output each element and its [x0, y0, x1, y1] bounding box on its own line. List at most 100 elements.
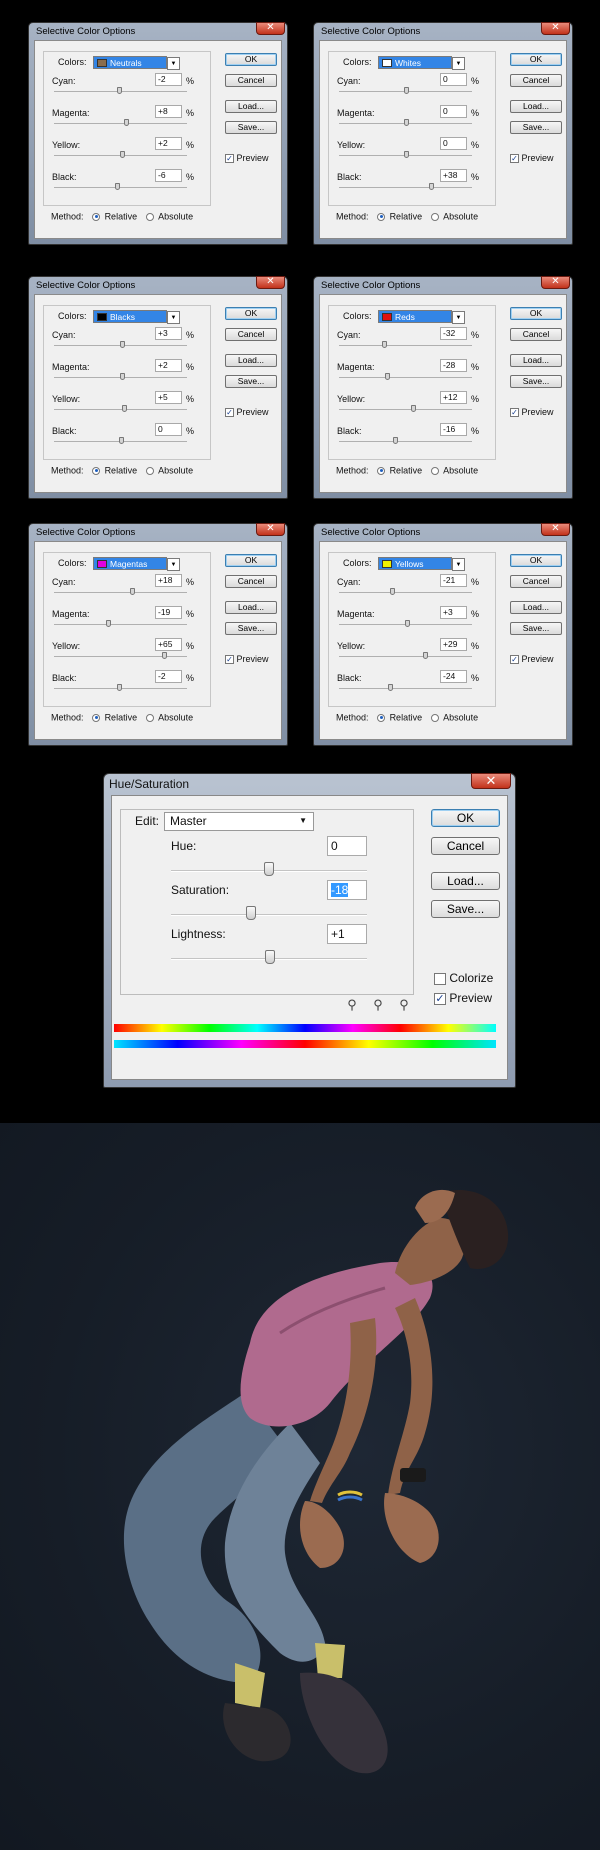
magenta-input[interactable]: -28: [440, 359, 467, 372]
hue-input[interactable]: 0: [327, 836, 367, 856]
ok-button[interactable]: OK: [510, 554, 562, 567]
yellow-slider-thumb[interactable]: [121, 405, 127, 412]
magenta-slider-track[interactable]: [54, 119, 187, 126]
black-slider-thumb[interactable]: [114, 183, 120, 190]
yellow-slider-thumb[interactable]: [411, 405, 417, 412]
colors-select[interactable]: Reds ▼: [378, 310, 465, 324]
cancel-button[interactable]: Cancel: [225, 575, 277, 588]
yellow-slider-thumb[interactable]: [422, 652, 428, 659]
magenta-slider-thumb[interactable]: [405, 620, 411, 627]
save-button[interactable]: Save...: [510, 622, 562, 635]
colors-select[interactable]: Blacks ▼: [93, 310, 180, 324]
yellow-input[interactable]: +65: [155, 638, 182, 651]
eyedropper-icon[interactable]: ⚲: [344, 997, 360, 1013]
preview-box[interactable]: ✓: [225, 655, 234, 665]
preview-checkbox[interactable]: ✓ Preview: [225, 407, 269, 418]
yellow-slider-track[interactable]: [54, 151, 187, 158]
magenta-slider-thumb[interactable]: [119, 373, 125, 380]
cancel-button[interactable]: Cancel: [510, 74, 562, 87]
relative-radio[interactable]: [92, 212, 101, 221]
black-slider-thumb[interactable]: [117, 684, 123, 691]
ok-button[interactable]: OK: [225, 53, 277, 66]
preview-checkbox[interactable]: ✓ Preview: [510, 654, 554, 665]
cyan-input[interactable]: +18: [155, 574, 182, 587]
black-slider-thumb[interactable]: [392, 437, 398, 444]
black-slider-track[interactable]: [339, 437, 472, 444]
hue-slider-thumb[interactable]: [264, 862, 274, 876]
cyan-slider-track[interactable]: [339, 341, 472, 348]
preview-checkbox[interactable]: ✓ Preview: [225, 654, 269, 665]
magenta-slider-track[interactable]: [54, 620, 187, 627]
close-icon[interactable]: ✕: [541, 276, 570, 289]
magenta-slider-track[interactable]: [339, 119, 472, 126]
saturation-input[interactable]: -18: [327, 880, 367, 900]
black-slider-track[interactable]: [54, 684, 187, 691]
black-slider-thumb[interactable]: [118, 437, 124, 444]
magenta-input[interactable]: +8: [155, 105, 182, 118]
cyan-slider-track[interactable]: [339, 87, 472, 94]
chevron-down-icon[interactable]: ▼: [167, 558, 180, 571]
black-slider-track[interactable]: [339, 183, 472, 190]
cyan-slider-thumb[interactable]: [382, 341, 388, 348]
black-input[interactable]: -16: [440, 423, 467, 436]
black-slider-track[interactable]: [339, 684, 472, 691]
save-button[interactable]: Save...: [510, 121, 562, 134]
absolute-radio[interactable]: [145, 466, 154, 475]
colors-select[interactable]: Magentas ▼: [93, 557, 180, 571]
lightness-slider-thumb[interactable]: [264, 950, 275, 964]
load-button[interactable]: Load...: [225, 100, 277, 113]
cyan-slider-thumb[interactable]: [389, 588, 395, 595]
edit-select[interactable]: Master ▼: [164, 812, 314, 831]
magenta-slider-track[interactable]: [339, 620, 472, 627]
colors-select[interactable]: Yellows ▼: [378, 557, 465, 571]
chevron-down-icon[interactable]: ▼: [167, 311, 180, 324]
cyan-slider-thumb[interactable]: [403, 87, 409, 94]
ok-button[interactable]: OK: [510, 53, 562, 66]
black-slider-thumb[interactable]: [428, 183, 434, 190]
magenta-input[interactable]: +2: [155, 359, 182, 372]
magenta-input[interactable]: 0: [440, 105, 467, 118]
black-input[interactable]: +38: [440, 169, 467, 182]
absolute-radio[interactable]: [430, 212, 439, 221]
cyan-input[interactable]: -32: [440, 327, 467, 340]
cancel-button[interactable]: Cancel: [225, 74, 277, 87]
load-button[interactable]: Load...: [510, 601, 562, 614]
relative-radio[interactable]: [92, 713, 101, 722]
yellow-slider-track[interactable]: [339, 405, 472, 412]
close-icon[interactable]: ✕: [256, 523, 285, 536]
close-icon[interactable]: ✕: [256, 22, 285, 35]
magenta-slider-track[interactable]: [54, 373, 187, 380]
yellow-slider-track[interactable]: [339, 151, 472, 158]
cancel-button[interactable]: Cancel: [510, 328, 562, 341]
save-button[interactable]: Save...: [225, 622, 277, 635]
load-button[interactable]: Load...: [225, 354, 277, 367]
relative-radio[interactable]: [92, 466, 101, 475]
close-icon[interactable]: ✕: [256, 276, 285, 289]
preview-box[interactable]: ✓: [510, 154, 519, 164]
preview-box[interactable]: ✓: [225, 154, 234, 164]
cyan-input[interactable]: -21: [440, 574, 467, 587]
eyedropper-plus-icon[interactable]: ⚲: [370, 997, 386, 1013]
black-input[interactable]: -24: [440, 670, 467, 683]
cyan-input[interactable]: 0: [440, 73, 467, 86]
close-icon[interactable]: ✕: [541, 22, 570, 35]
black-slider-track[interactable]: [54, 183, 187, 190]
magenta-slider-track[interactable]: [339, 373, 472, 380]
black-input[interactable]: 0: [155, 423, 182, 436]
preview-box[interactable]: ✓: [225, 408, 234, 418]
yellow-input[interactable]: +12: [440, 391, 467, 404]
relative-radio[interactable]: [377, 212, 386, 221]
yellow-input[interactable]: 0: [440, 137, 467, 150]
load-button[interactable]: Load...: [510, 100, 562, 113]
lightness-input[interactable]: +1: [327, 924, 367, 944]
absolute-radio[interactable]: [145, 713, 154, 722]
magenta-slider-thumb[interactable]: [123, 119, 129, 126]
preview-checkbox[interactable]: ✓ Preview: [510, 407, 554, 418]
load-button[interactable]: Load...: [431, 872, 500, 890]
colors-select[interactable]: Neutrals ▼: [93, 56, 180, 70]
yellow-slider-thumb[interactable]: [119, 151, 125, 158]
save-button[interactable]: Save...: [431, 900, 500, 918]
saturation-slider-track[interactable]: [171, 906, 367, 920]
close-icon[interactable]: ✕: [471, 773, 511, 789]
magenta-input[interactable]: -19: [155, 606, 182, 619]
